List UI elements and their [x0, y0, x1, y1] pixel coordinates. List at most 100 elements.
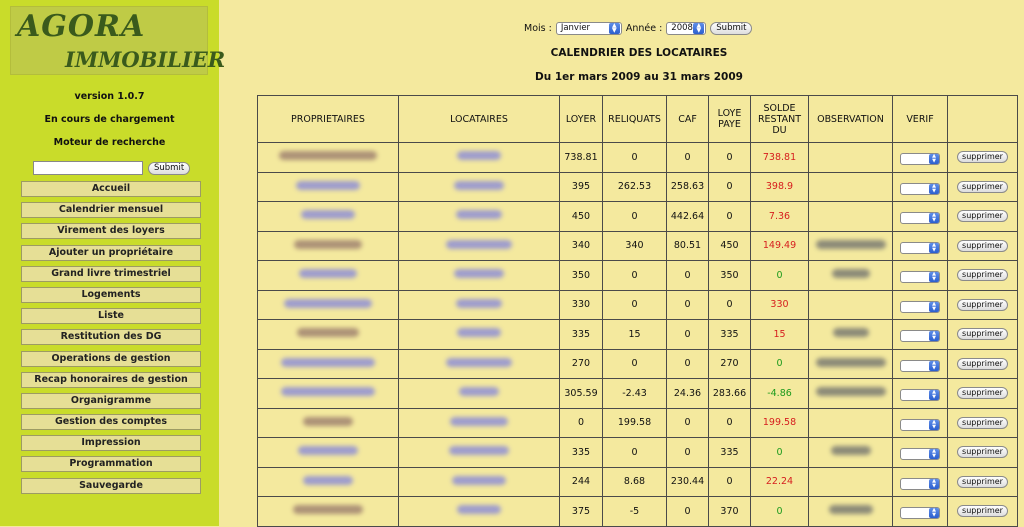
verif-cell: ▲ ▼	[892, 319, 948, 350]
delete-button[interactable]: supprimer	[957, 210, 1008, 223]
sidebar-menu-item[interactable]: Restitution des DG	[21, 329, 201, 346]
verif-cell: ▲ ▼	[892, 201, 948, 232]
logo: AGORA IMMOBILIER	[10, 6, 225, 75]
sidebar-menu-item[interactable]: Sauvegarde	[21, 477, 201, 494]
verif-select[interactable]: ▲ ▼	[900, 330, 940, 343]
filter-submit-button[interactable]: Submit	[710, 21, 753, 35]
sidebar-menu-item[interactable]: Liste	[21, 308, 201, 325]
loyer-paye-cell: 370	[708, 496, 751, 527]
verif-select[interactable]: ▲ ▼	[900, 271, 940, 284]
delete-button[interactable]: supprimer	[957, 387, 1008, 400]
sidebar-menu-item[interactable]: Organigramme	[21, 392, 201, 409]
month-select[interactable]: Janvier ▲ ▼	[555, 21, 622, 35]
sidebar-menu-item[interactable]: Impression	[21, 435, 201, 452]
redacted-name	[459, 387, 499, 397]
verif-select[interactable]: ▲ ▼	[900, 300, 940, 313]
loyer-cell: 330	[559, 289, 603, 320]
logo-line2: IMMOBILIER	[65, 47, 226, 72]
verif-select[interactable]: ▲ ▼	[900, 448, 940, 461]
reliquats-cell: 0	[602, 142, 667, 173]
sidebar-menu-item[interactable]: Logements	[21, 286, 201, 303]
delete-button[interactable]: supprimer	[957, 357, 1008, 370]
reliquats-cell: 340	[602, 230, 667, 261]
delete-button[interactable]: supprimer	[957, 269, 1008, 282]
delete-button[interactable]: supprimer	[957, 475, 1008, 488]
locataire-cell	[398, 437, 560, 468]
solde-cell: 0	[750, 496, 809, 527]
observation-cell	[808, 466, 893, 497]
select-arrows-icon: ▲ ▼	[929, 242, 939, 253]
delete-button[interactable]: supprimer	[957, 416, 1008, 429]
verif-select[interactable]: ▲ ▼	[900, 153, 940, 166]
select-arrows-icon: ▲ ▼	[929, 331, 939, 342]
loyer-cell: 335	[559, 319, 603, 350]
loyer-paye-cell: 0	[708, 289, 751, 320]
table-row: 270 0 0 270 0 ▲ ▼ supprimer	[257, 348, 1018, 379]
delete-button[interactable]: supprimer	[957, 505, 1008, 518]
actions-cell: supprimer	[947, 348, 1018, 379]
redacted-observation	[832, 328, 869, 338]
caf-cell: 24.36	[666, 378, 709, 409]
sidebar-menu-item[interactable]: Operations de gestion	[21, 350, 201, 367]
select-arrows-icon: ▲ ▼	[929, 183, 939, 194]
verif-select[interactable]: ▲ ▼	[900, 359, 940, 372]
verif-select[interactable]: ▲ ▼	[900, 389, 940, 402]
reliquats-cell: 0	[602, 289, 667, 320]
sidebar-menu-item[interactable]: Accueil	[21, 181, 201, 197]
redacted-observation	[815, 239, 886, 249]
delete-button[interactable]: supprimer	[957, 239, 1008, 252]
verif-select[interactable]: ▲ ▼	[900, 241, 940, 254]
col-header-observation: OBSERVATION	[808, 95, 893, 143]
verif-select[interactable]: ▲ ▼	[900, 182, 940, 195]
redacted-observation	[831, 269, 870, 279]
col-header-locataires: LOCATAIRES	[398, 95, 560, 143]
solde-cell: 0	[750, 437, 809, 468]
reliquats-cell: -2.43	[602, 378, 667, 409]
caf-cell: 0	[666, 437, 709, 468]
delete-button[interactable]: supprimer	[957, 180, 1008, 193]
observation-cell	[808, 407, 893, 438]
locataire-cell	[398, 171, 560, 202]
select-arrows-icon: ▲ ▼	[929, 419, 939, 430]
verif-select[interactable]: ▲ ▼	[900, 418, 940, 431]
sidebar-menu-item[interactable]: Virement des loyers	[21, 223, 201, 240]
verif-select[interactable]: ▲ ▼	[900, 477, 940, 490]
search-submit-button[interactable]: Submit	[148, 162, 191, 175]
redacted-name	[452, 475, 506, 485]
table-row: 395 262.53 258.63 0 398.9 ▲ ▼ supprimer	[257, 171, 1018, 202]
delete-button[interactable]: supprimer	[957, 151, 1008, 164]
year-label: Année :	[625, 22, 663, 34]
sidebar-menu-item[interactable]: Programmation	[21, 456, 201, 473]
delete-button[interactable]: supprimer	[957, 298, 1008, 311]
solde-cell: 330	[750, 289, 809, 320]
search-input[interactable]	[33, 161, 143, 175]
year-select[interactable]: 2008 ▲ ▼	[666, 21, 707, 35]
loyer-paye-cell: 335	[708, 319, 751, 350]
reliquats-cell: 15	[602, 319, 667, 350]
redacted-name	[446, 357, 512, 367]
sidebar-menu-item[interactable]: Calendrier mensuel	[21, 202, 201, 219]
select-arrows-icon: ▲ ▼	[929, 508, 939, 519]
sidebar-menu-item[interactable]: Grand livre trimestriel	[21, 265, 201, 282]
actions-cell: supprimer	[947, 201, 1018, 232]
locataire-cell	[398, 466, 560, 497]
delete-button[interactable]: supprimer	[957, 446, 1008, 459]
actions-cell: supprimer	[947, 171, 1018, 202]
loyer-paye-cell: 0	[708, 407, 751, 438]
loyer-paye-cell: 0	[708, 142, 751, 173]
verif-select[interactable]: ▲ ▼	[900, 507, 940, 520]
observation-cell	[808, 319, 893, 350]
verif-select[interactable]: ▲ ▼	[900, 212, 940, 225]
redacted-name	[450, 416, 508, 426]
redacted-name	[454, 180, 504, 190]
delete-button[interactable]: supprimer	[957, 328, 1008, 341]
observation-cell	[808, 142, 893, 173]
loyer-paye-cell: 0	[708, 171, 751, 202]
locataire-cell	[398, 142, 560, 173]
select-arrows-icon: ▲ ▼	[929, 390, 939, 401]
sidebar-menu-item[interactable]: Gestion des comptes	[21, 414, 201, 431]
sidebar-menu-item[interactable]: Recap honoraires de gestion	[21, 371, 201, 388]
sidebar-menu-item[interactable]: Ajouter un propriétaire	[21, 244, 201, 261]
col-header-proprietaires: PROPRIETAIRES	[257, 95, 399, 143]
actions-cell: supprimer	[947, 407, 1018, 438]
